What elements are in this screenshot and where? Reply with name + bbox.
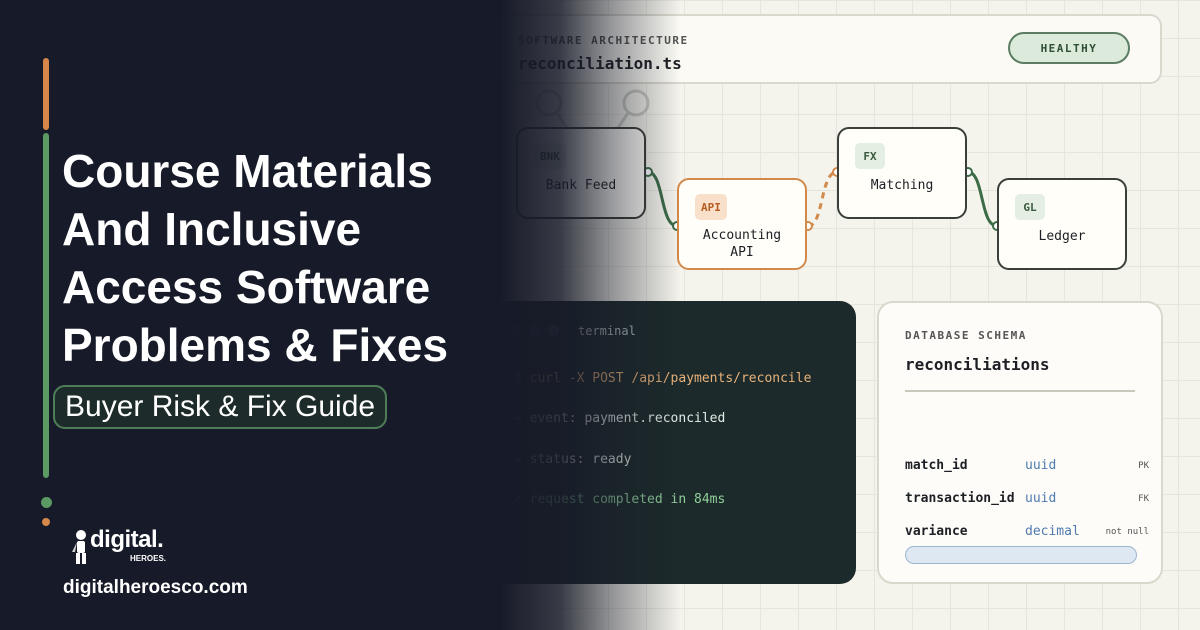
column-flag: FK bbox=[1138, 494, 1149, 504]
logo-word: digital. bbox=[90, 526, 164, 553]
terminal-window-controls bbox=[510, 325, 559, 336]
schema-eyebrow: DATABASE SCHEMA bbox=[905, 329, 1027, 342]
node-matching[interactable]: FX Matching bbox=[837, 127, 967, 219]
column-flag: PK bbox=[1138, 461, 1149, 471]
node-label-bank: Bank Feed bbox=[545, 178, 617, 193]
node-accounting-api[interactable]: API Accounting API bbox=[677, 178, 807, 270]
title-line: Problems & Fixes bbox=[62, 319, 449, 371]
node-label-ledger: Ledger bbox=[1038, 229, 1086, 244]
schema-row: match_id uuid PK bbox=[905, 458, 1149, 478]
accent-dot-orange bbox=[42, 518, 50, 526]
node-badge-bank: BNK bbox=[534, 143, 566, 169]
node-label-matching: Matching bbox=[870, 178, 934, 193]
schema-divider bbox=[905, 390, 1135, 392]
schema-row: transaction_id uuid FK bbox=[905, 491, 1149, 511]
node-ledger[interactable]: GL Ledger bbox=[997, 178, 1127, 270]
connector-matching-ledger bbox=[967, 170, 998, 228]
hero-mascot-icon bbox=[72, 530, 86, 564]
node-badge-api: API bbox=[695, 194, 727, 220]
window-dot-icon bbox=[548, 325, 559, 336]
node-label-api: Accounting API bbox=[702, 228, 782, 260]
terminal-done: request completed in 84ms bbox=[529, 492, 726, 507]
website-link[interactable]: digitalheroesco.com bbox=[63, 577, 248, 599]
column-type: decimal bbox=[1025, 524, 1080, 539]
brand-logo[interactable]: digital. HEROES. bbox=[72, 526, 182, 572]
column-type: uuid bbox=[1025, 458, 1057, 473]
node-badge-fx: FX bbox=[855, 143, 885, 169]
guide-label-pill: Buyer Risk & Fix Guide bbox=[53, 385, 388, 429]
terminal-status: status: ready bbox=[529, 452, 632, 467]
accent-bar-green bbox=[43, 133, 49, 478]
column-name: transaction_id bbox=[905, 491, 1015, 506]
logo-sub: HEROES. bbox=[130, 554, 167, 563]
arrow-right-icon: → bbox=[514, 452, 522, 467]
terminal-command: curl -X POST /api/payments/reconcile bbox=[529, 371, 812, 386]
title-line: Course Materials bbox=[62, 145, 433, 197]
terminal-panel: terminal $ curl -X POST /api/payments/re… bbox=[488, 301, 856, 584]
schema-row: variance decimal not null bbox=[905, 524, 1149, 544]
title-line: And Inclusive bbox=[62, 203, 362, 255]
column-name: match_id bbox=[905, 458, 968, 473]
node-bank-feed[interactable]: BNK Bank Feed bbox=[516, 127, 646, 219]
database-schema-card: DATABASE SCHEMA reconciliations match_id… bbox=[877, 301, 1163, 584]
prompt-symbol: $ bbox=[514, 371, 522, 386]
column-type: uuid bbox=[1025, 491, 1057, 506]
node-badge-gl: GL bbox=[1015, 194, 1045, 220]
title-line: Access Software bbox=[62, 261, 431, 313]
arrow-right-icon: → bbox=[514, 411, 522, 426]
column-name: variance bbox=[905, 524, 968, 539]
schema-highlight-bar bbox=[905, 546, 1137, 564]
terminal-title: terminal bbox=[578, 324, 636, 338]
schema-table-name: reconciliations bbox=[905, 355, 1050, 374]
terminal-event-line: → event: payment.reconciled bbox=[514, 411, 725, 426]
window-dot-icon bbox=[529, 325, 540, 336]
column-flag: not null bbox=[1105, 527, 1149, 537]
page-title: Course Materials And Inclusive Access So… bbox=[62, 142, 502, 374]
connector-bank-api bbox=[647, 170, 678, 228]
terminal-command-line: $ curl -X POST /api/payments/reconcile bbox=[514, 371, 811, 386]
terminal-done-line: ✓ request completed in 84ms bbox=[514, 492, 725, 507]
accent-bar-orange bbox=[43, 58, 49, 130]
accent-dot-green bbox=[41, 497, 52, 508]
terminal-event: event: payment.reconciled bbox=[529, 411, 726, 426]
terminal-status-line: → status: ready bbox=[514, 452, 631, 467]
connector-api-matching bbox=[807, 170, 838, 228]
check-icon: ✓ bbox=[514, 492, 522, 507]
window-dot-icon bbox=[510, 325, 521, 336]
